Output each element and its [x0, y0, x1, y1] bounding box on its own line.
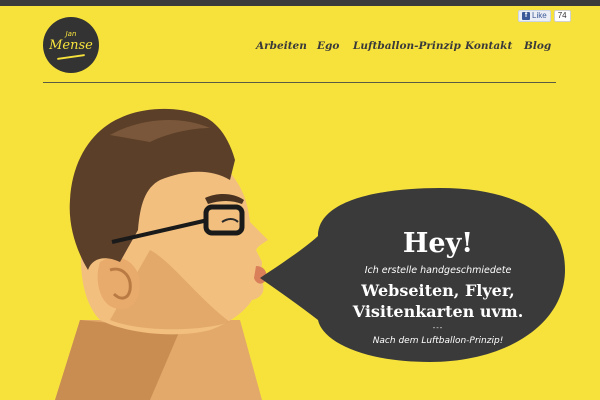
- bubble-heading: Hey!: [402, 228, 474, 259]
- bubble-highlight-line2: Visitenkarten uvm.: [352, 302, 524, 321]
- bubble-highlight-line1: Webseiten, Flyer,: [361, 281, 515, 300]
- bubble-footer: Nach dem Luftballon-Prinzip!: [372, 336, 504, 346]
- bubble-intro: Ich erstelle handgeschmiedete: [364, 265, 512, 276]
- bubble-separator: ---: [432, 324, 444, 332]
